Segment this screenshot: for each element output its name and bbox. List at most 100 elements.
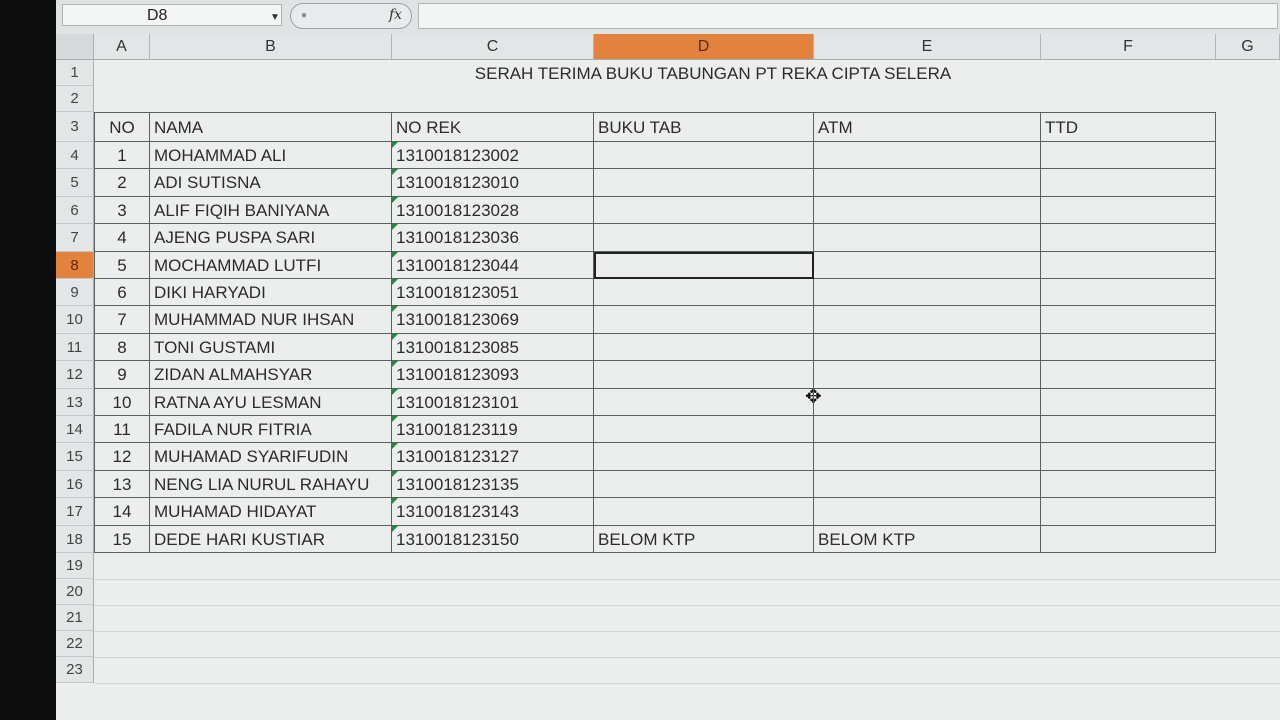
cell-no[interactable]: 13 <box>94 470 150 499</box>
column-header-c[interactable]: C <box>392 34 594 60</box>
cell-no[interactable]: 15 <box>94 525 150 553</box>
row-header-16[interactable]: 16 <box>56 470 94 499</box>
cell-no-rek[interactable]: 1310018123101 <box>392 388 594 416</box>
cell-nama[interactable]: AJENG PUSPA SARI <box>150 224 392 252</box>
cell-no[interactable]: 9 <box>94 361 150 389</box>
cell-atm[interactable] <box>814 498 1041 526</box>
select-all-corner[interactable] <box>56 34 94 60</box>
cell-ttd[interactable] <box>1041 361 1216 389</box>
cell-no-rek[interactable]: 1310018123150 <box>392 525 594 553</box>
row-header-1[interactable]: 1 <box>56 60 94 86</box>
cell-no-rek[interactable]: 1310018123143 <box>392 498 594 526</box>
cell-buku-tab[interactable] <box>594 416 814 444</box>
cell-ttd[interactable] <box>1041 142 1216 170</box>
column-header-g[interactable]: G <box>1216 34 1280 60</box>
cell-ttd[interactable] <box>1041 279 1216 307</box>
cell-ttd[interactable] <box>1041 251 1216 279</box>
cell-nama[interactable]: ALIF FIQIH BANIYANA <box>150 196 392 225</box>
row-header-2[interactable]: 2 <box>56 86 94 112</box>
cell-no-rek[interactable]: 1310018123093 <box>392 361 594 389</box>
cell-no-rek[interactable]: 1310018123085 <box>392 333 594 362</box>
cell-buku-tab[interactable] <box>594 224 814 252</box>
cell-atm[interactable] <box>814 333 1041 362</box>
cell-buku-tab[interactable] <box>594 443 814 471</box>
cell-no-rek[interactable]: 1310018123010 <box>392 169 594 197</box>
cell-ttd[interactable] <box>1041 525 1216 553</box>
row-header-5[interactable]: 5 <box>56 169 94 197</box>
cell-no-rek[interactable]: 1310018123069 <box>392 306 594 334</box>
column-header-a[interactable]: A <box>94 34 150 60</box>
cell-buku-tab[interactable] <box>594 251 814 279</box>
cell-no[interactable]: 5 <box>94 251 150 279</box>
row-header-14[interactable]: 14 <box>56 416 94 444</box>
cell-buku-tab[interactable] <box>594 470 814 499</box>
column-title-no-rek[interactable]: NO REK <box>392 112 594 142</box>
cell-atm[interactable] <box>814 279 1041 307</box>
row-header-23[interactable]: 23 <box>56 657 94 683</box>
cell-buku-tab[interactable] <box>594 498 814 526</box>
cell-nama[interactable]: NENG LIA NURUL RAHAYU <box>150 470 392 499</box>
cell-no-rek[interactable]: 1310018123127 <box>392 443 594 471</box>
cell-ttd[interactable] <box>1041 470 1216 499</box>
cell-no-rek[interactable]: 1310018123036 <box>392 224 594 252</box>
cell-nama[interactable]: MOCHAMMAD LUTFI <box>150 251 392 279</box>
cell-nama[interactable]: ADI SUTISNA <box>150 169 392 197</box>
cell-ttd[interactable] <box>1041 169 1216 197</box>
row-header-11[interactable]: 11 <box>56 333 94 362</box>
cell-nama[interactable]: TONI GUSTAMI <box>150 333 392 362</box>
column-header-d[interactable]: D <box>594 34 814 60</box>
row-header-13[interactable]: 13 <box>56 388 94 416</box>
cell-nama[interactable]: RATNA AYU LESMAN <box>150 388 392 416</box>
cell-buku-tab[interactable] <box>594 196 814 225</box>
row-header-15[interactable]: 15 <box>56 443 94 471</box>
cell-no[interactable]: 2 <box>94 169 150 197</box>
cell-no[interactable]: 4 <box>94 224 150 252</box>
cell-atm[interactable] <box>814 388 1041 416</box>
cell-atm[interactable] <box>814 416 1041 444</box>
cell-buku-tab[interactable] <box>594 388 814 416</box>
cell-no[interactable]: 8 <box>94 333 150 362</box>
column-title-nama[interactable]: NAMA <box>150 112 392 142</box>
cell-atm[interactable] <box>814 142 1041 170</box>
cell-no[interactable]: 14 <box>94 498 150 526</box>
row-header-21[interactable]: 21 <box>56 605 94 631</box>
row-header-6[interactable]: 6 <box>56 196 94 225</box>
cell-atm[interactable] <box>814 470 1041 499</box>
cell-no-rek[interactable]: 1310018123028 <box>392 196 594 225</box>
cell-buku-tab[interactable] <box>594 306 814 334</box>
cell-nama[interactable]: DEDE HARI KUSTIAR <box>150 525 392 553</box>
cell-atm[interactable] <box>814 443 1041 471</box>
cell-no[interactable]: 3 <box>94 196 150 225</box>
row-header-10[interactable]: 10 <box>56 306 94 334</box>
insert-function-button[interactable]: fx <box>389 7 402 23</box>
row-header-20[interactable]: 20 <box>56 579 94 605</box>
column-header-f[interactable]: F <box>1041 34 1216 60</box>
cell-no-rek[interactable]: 1310018123002 <box>392 142 594 170</box>
cell-atm[interactable] <box>814 224 1041 252</box>
cell-nama[interactable]: MUHAMAD SYARIFUDIN <box>150 443 392 471</box>
row-header-17[interactable]: 17 <box>56 498 94 526</box>
cell-ttd[interactable] <box>1041 498 1216 526</box>
row-header-7[interactable]: 7 <box>56 224 94 252</box>
cell-atm[interactable] <box>814 361 1041 389</box>
cell-no[interactable]: 7 <box>94 306 150 334</box>
cell-no-rek[interactable]: 1310018123135 <box>392 470 594 499</box>
worksheet-grid[interactable]: SERAH TERIMA BUKU TABUNGAN PT REKA CIPTA… <box>56 34 1280 720</box>
column-title-buku-tab[interactable]: BUKU TAB <box>594 112 814 142</box>
formula-input[interactable] <box>418 3 1278 29</box>
cell-atm[interactable] <box>814 306 1041 334</box>
cell-atm[interactable] <box>814 251 1041 279</box>
row-header-12[interactable]: 12 <box>56 361 94 389</box>
row-header-9[interactable]: 9 <box>56 279 94 307</box>
cell-no[interactable]: 6 <box>94 279 150 307</box>
row-header-18[interactable]: 18 <box>56 525 94 553</box>
cell-buku-tab[interactable]: BELOM KTP <box>594 525 814 553</box>
cell-ttd[interactable] <box>1041 443 1216 471</box>
row-header-22[interactable]: 22 <box>56 631 94 657</box>
cell-ttd[interactable] <box>1041 306 1216 334</box>
cell-nama[interactable]: MOHAMMAD ALI <box>150 142 392 170</box>
cell-buku-tab[interactable] <box>594 279 814 307</box>
cell-atm[interactable] <box>814 196 1041 225</box>
cell-no-rek[interactable]: 1310018123051 <box>392 279 594 307</box>
name-box-dropdown-icon[interactable]: ▼ <box>270 12 280 23</box>
